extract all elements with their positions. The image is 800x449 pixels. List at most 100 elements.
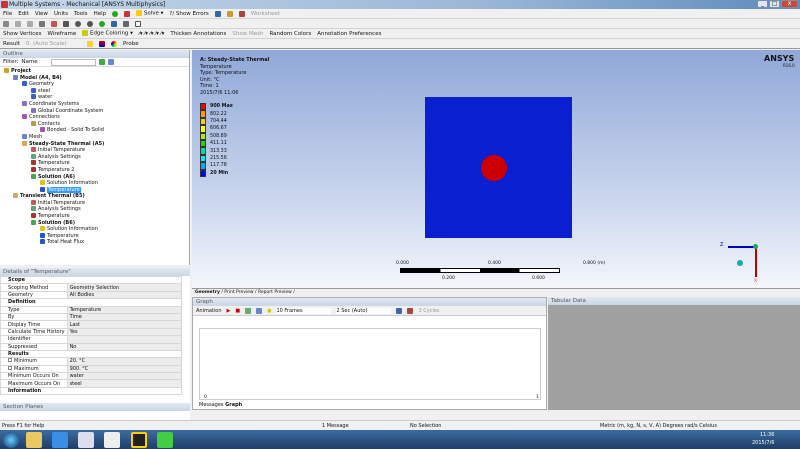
menu-tools[interactable]: Tools [74, 11, 88, 17]
isometric-ball[interactable] [737, 260, 743, 266]
details-row[interactable]: Maximum 900. °C [0, 364, 183, 374]
toolbar-icon[interactable] [226, 10, 233, 17]
details-value[interactable]: 900. °C [66, 364, 183, 374]
details-value[interactable]: All Bodies [66, 290, 183, 300]
edge-coloring-button[interactable]: Edge Coloring ▾ [82, 30, 133, 37]
details-row[interactable]: Scoping Method Geometry Selection [0, 283, 183, 292]
show-errors-button[interactable]: ?/ Show Errors [169, 11, 208, 17]
export-video-icon[interactable] [396, 307, 403, 314]
tree-item[interactable]: Temperature [4, 160, 189, 167]
details-row[interactable]: Definition [0, 298, 182, 307]
details-value[interactable]: water [66, 372, 183, 381]
zoom-icon[interactable] [75, 20, 81, 27]
explorer-icon[interactable] [26, 432, 42, 448]
tree-item[interactable]: Mesh [4, 133, 189, 141]
tree-item[interactable]: Model (A4, B4) [4, 74, 189, 82]
tab-geometry[interactable]: Geometry [195, 290, 220, 295]
close-button[interactable]: x [781, 0, 798, 8]
worksheet-button[interactable]: Worksheet [251, 11, 280, 17]
annotation-preferences-button[interactable]: Annotation Preferences [317, 31, 381, 37]
details-section[interactable]: Information [0, 386, 182, 396]
window-icon[interactable] [135, 20, 141, 27]
parameter-checkbox[interactable] [8, 365, 12, 370]
minimize-button[interactable]: _ [757, 0, 768, 8]
hotspot-body[interactable] [481, 155, 507, 181]
details-row[interactable]: Geometry All Bodies [0, 290, 183, 300]
start-button[interactable] [3, 432, 19, 448]
tree-item[interactable]: Solution Information [4, 180, 189, 187]
stop-icon[interactable]: ■ [235, 308, 240, 314]
tree-item[interactable]: Solution (B6) [4, 219, 189, 227]
details-value[interactable]: No [66, 342, 183, 351]
ie-icon[interactable] [52, 432, 68, 448]
details-row[interactable]: Results [0, 349, 182, 359]
tree-icon[interactable] [124, 10, 131, 17]
display-icon[interactable] [87, 40, 93, 47]
tree-item[interactable]: Geometry [4, 81, 189, 88]
tree-item[interactable]: Coordinate Systems [4, 100, 189, 108]
menu-view[interactable]: View [35, 11, 48, 17]
details-row[interactable]: Suppressed No [0, 342, 183, 351]
pan-icon[interactable] [63, 20, 69, 27]
details-value[interactable]: Yes [66, 327, 183, 337]
collapse-icon[interactable] [108, 59, 115, 65]
select-icon[interactable] [3, 20, 9, 27]
details-row[interactable]: By Time [0, 312, 183, 322]
parameter-checkbox[interactable] [8, 358, 12, 363]
details-row[interactable]: Identifier [0, 335, 183, 344]
tree-item[interactable]: water [4, 94, 189, 101]
tree-item[interactable]: Connections [4, 114, 189, 121]
result-scale-select[interactable]: 0. (Auto Scale) [26, 41, 81, 47]
duration-select[interactable]: 2 Sec (Auto) [336, 307, 392, 314]
tree-item[interactable]: Temperature [4, 186, 189, 194]
details-row[interactable]: Scope [0, 275, 182, 285]
color-icon[interactable] [111, 40, 117, 47]
tree-item[interactable]: Temperature 2 [4, 166, 189, 174]
filter-select[interactable]: Name [21, 59, 48, 65]
edge-display-icon[interactable]: ⁄▾ ⁄▾ ⁄▾ ⁄▾ ⁄▾ [139, 31, 164, 37]
expand-icon[interactable] [99, 59, 106, 65]
tab-messages[interactable]: Messages [199, 402, 224, 408]
tree-item[interactable]: Solution (A6) [4, 173, 189, 181]
tree-item[interactable]: Transient Thermal (B5) [4, 193, 189, 200]
tree-item[interactable]: Temperature [4, 232, 189, 240]
ansys-icon[interactable] [131, 432, 147, 448]
menu-edit[interactable]: Edit [18, 11, 29, 17]
wireframe-button[interactable]: Wireframe [48, 31, 77, 37]
play-icon[interactable]: ▶ [227, 308, 231, 314]
toolbar-icon[interactable] [214, 10, 221, 17]
details-value[interactable]: Geometry Selection [66, 283, 183, 292]
show-vertices-button[interactable]: Show Vertices [3, 31, 42, 37]
zoom-fit-icon[interactable] [99, 20, 105, 27]
filter-input[interactable] [51, 58, 97, 66]
solve-button[interactable]: Solve ▾ [136, 10, 163, 17]
tree-item[interactable]: Solution Information [4, 226, 189, 233]
graphics-viewport[interactable]: A: Steady-State Thermal Temperature Type… [192, 50, 800, 288]
edge-select-icon[interactable] [27, 20, 33, 27]
details-value[interactable]: steel [66, 379, 183, 388]
designmodeler-icon[interactable] [157, 432, 173, 448]
rotate-icon[interactable] [51, 20, 57, 27]
random-colors-button[interactable]: Random Colors [269, 31, 311, 37]
face-select-icon[interactable] [15, 20, 21, 27]
details-value[interactable]: Time [66, 312, 183, 322]
tree-item[interactable]: Bonded - Solid To Solid [4, 127, 189, 134]
tree-item[interactable]: steel [4, 87, 189, 95]
details-section[interactable]: Results [0, 349, 182, 359]
tab-print-preview[interactable]: Print Preview [224, 290, 253, 295]
thicken-annotations-button[interactable]: Thicken Annotations [170, 31, 226, 37]
print-icon[interactable] [123, 20, 129, 27]
details-row[interactable]: Calculate Time History Yes [0, 327, 183, 337]
details-section[interactable]: Definition [0, 298, 182, 307]
tree-item[interactable]: Temperature [4, 213, 189, 220]
menu-help[interactable]: Help [94, 11, 107, 17]
box-select-icon[interactable] [39, 20, 45, 27]
tree-item[interactable]: Project [4, 68, 189, 75]
details-row[interactable]: Display Time Last [0, 320, 183, 329]
tab-graph[interactable]: Graph [225, 402, 242, 408]
details-row[interactable]: Information [0, 386, 182, 396]
details-value[interactable]: Last [66, 320, 183, 329]
distributed-icon[interactable] [245, 307, 252, 314]
lightbulb-icon[interactable]: ● [267, 308, 271, 314]
details-value[interactable] [66, 335, 183, 344]
